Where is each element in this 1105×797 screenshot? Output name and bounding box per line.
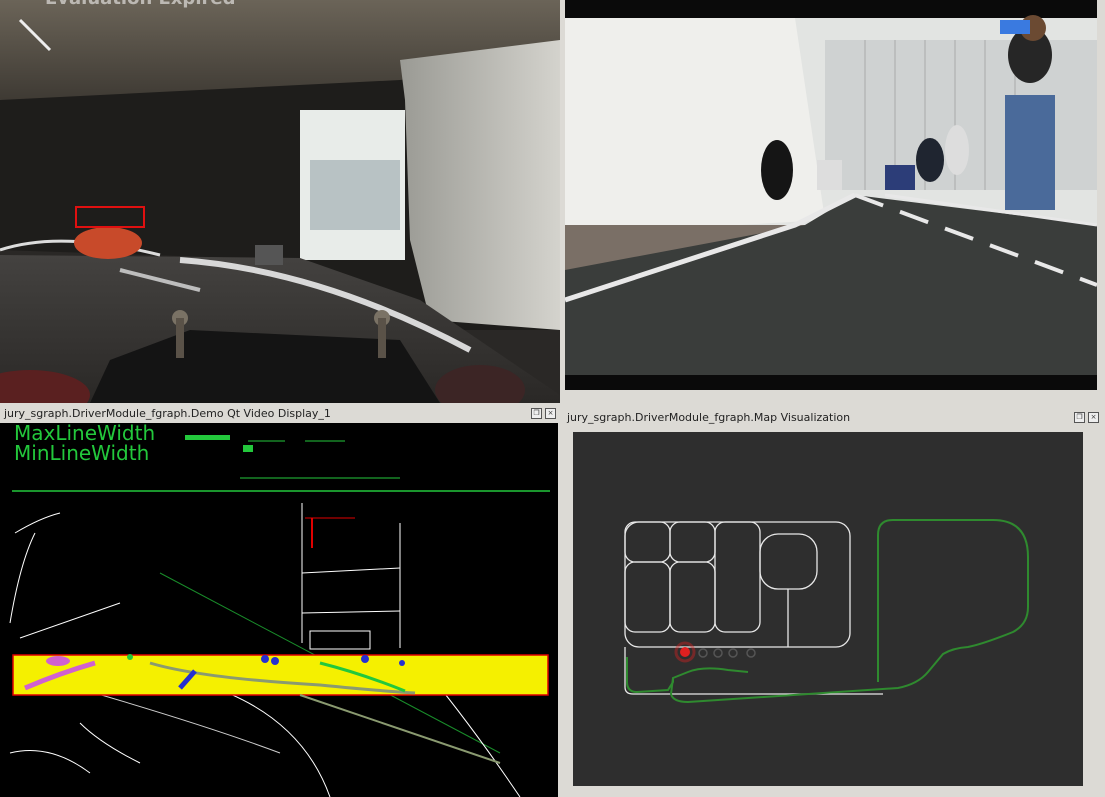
restore-icon[interactable]: ❐ <box>531 408 542 419</box>
close-icon[interactable]: × <box>545 408 556 419</box>
legend-min-line-width: MinLineWidth <box>14 441 150 465</box>
camera-view-left: Evaluation Expired <box>0 0 560 403</box>
camera-right-image <box>565 0 1097 390</box>
video-display-titlebar[interactable]: jury_sgraph.DriverModule_fgraph.Demo Qt … <box>0 405 560 423</box>
restore-icon[interactable]: ❐ <box>1074 412 1085 423</box>
map-visualization-title: jury_sgraph.DriverModule_fgraph.Map Visu… <box>567 411 851 424</box>
close-icon[interactable]: × <box>1088 412 1099 423</box>
edge-detection-view <box>9 435 550 797</box>
video-display-title: jury_sgraph.DriverModule_fgraph.Demo Qt … <box>4 407 331 420</box>
map-visualization-titlebar[interactable]: jury_sgraph.DriverModule_fgraph.Map Visu… <box>563 409 1103 427</box>
track-map <box>624 519 1029 704</box>
map-visualization-canvas <box>573 432 1083 786</box>
vehicle-marker <box>680 647 690 657</box>
map-road-outer <box>624 521 851 648</box>
camera-left-image <box>0 0 560 403</box>
watermark-text: Evaluation Expired <box>45 0 235 9</box>
video-display-canvas: MaxLineWidth MinLineWidth <box>0 423 558 797</box>
map-planned-route <box>626 519 1029 704</box>
camera-view-right <box>565 0 1097 390</box>
